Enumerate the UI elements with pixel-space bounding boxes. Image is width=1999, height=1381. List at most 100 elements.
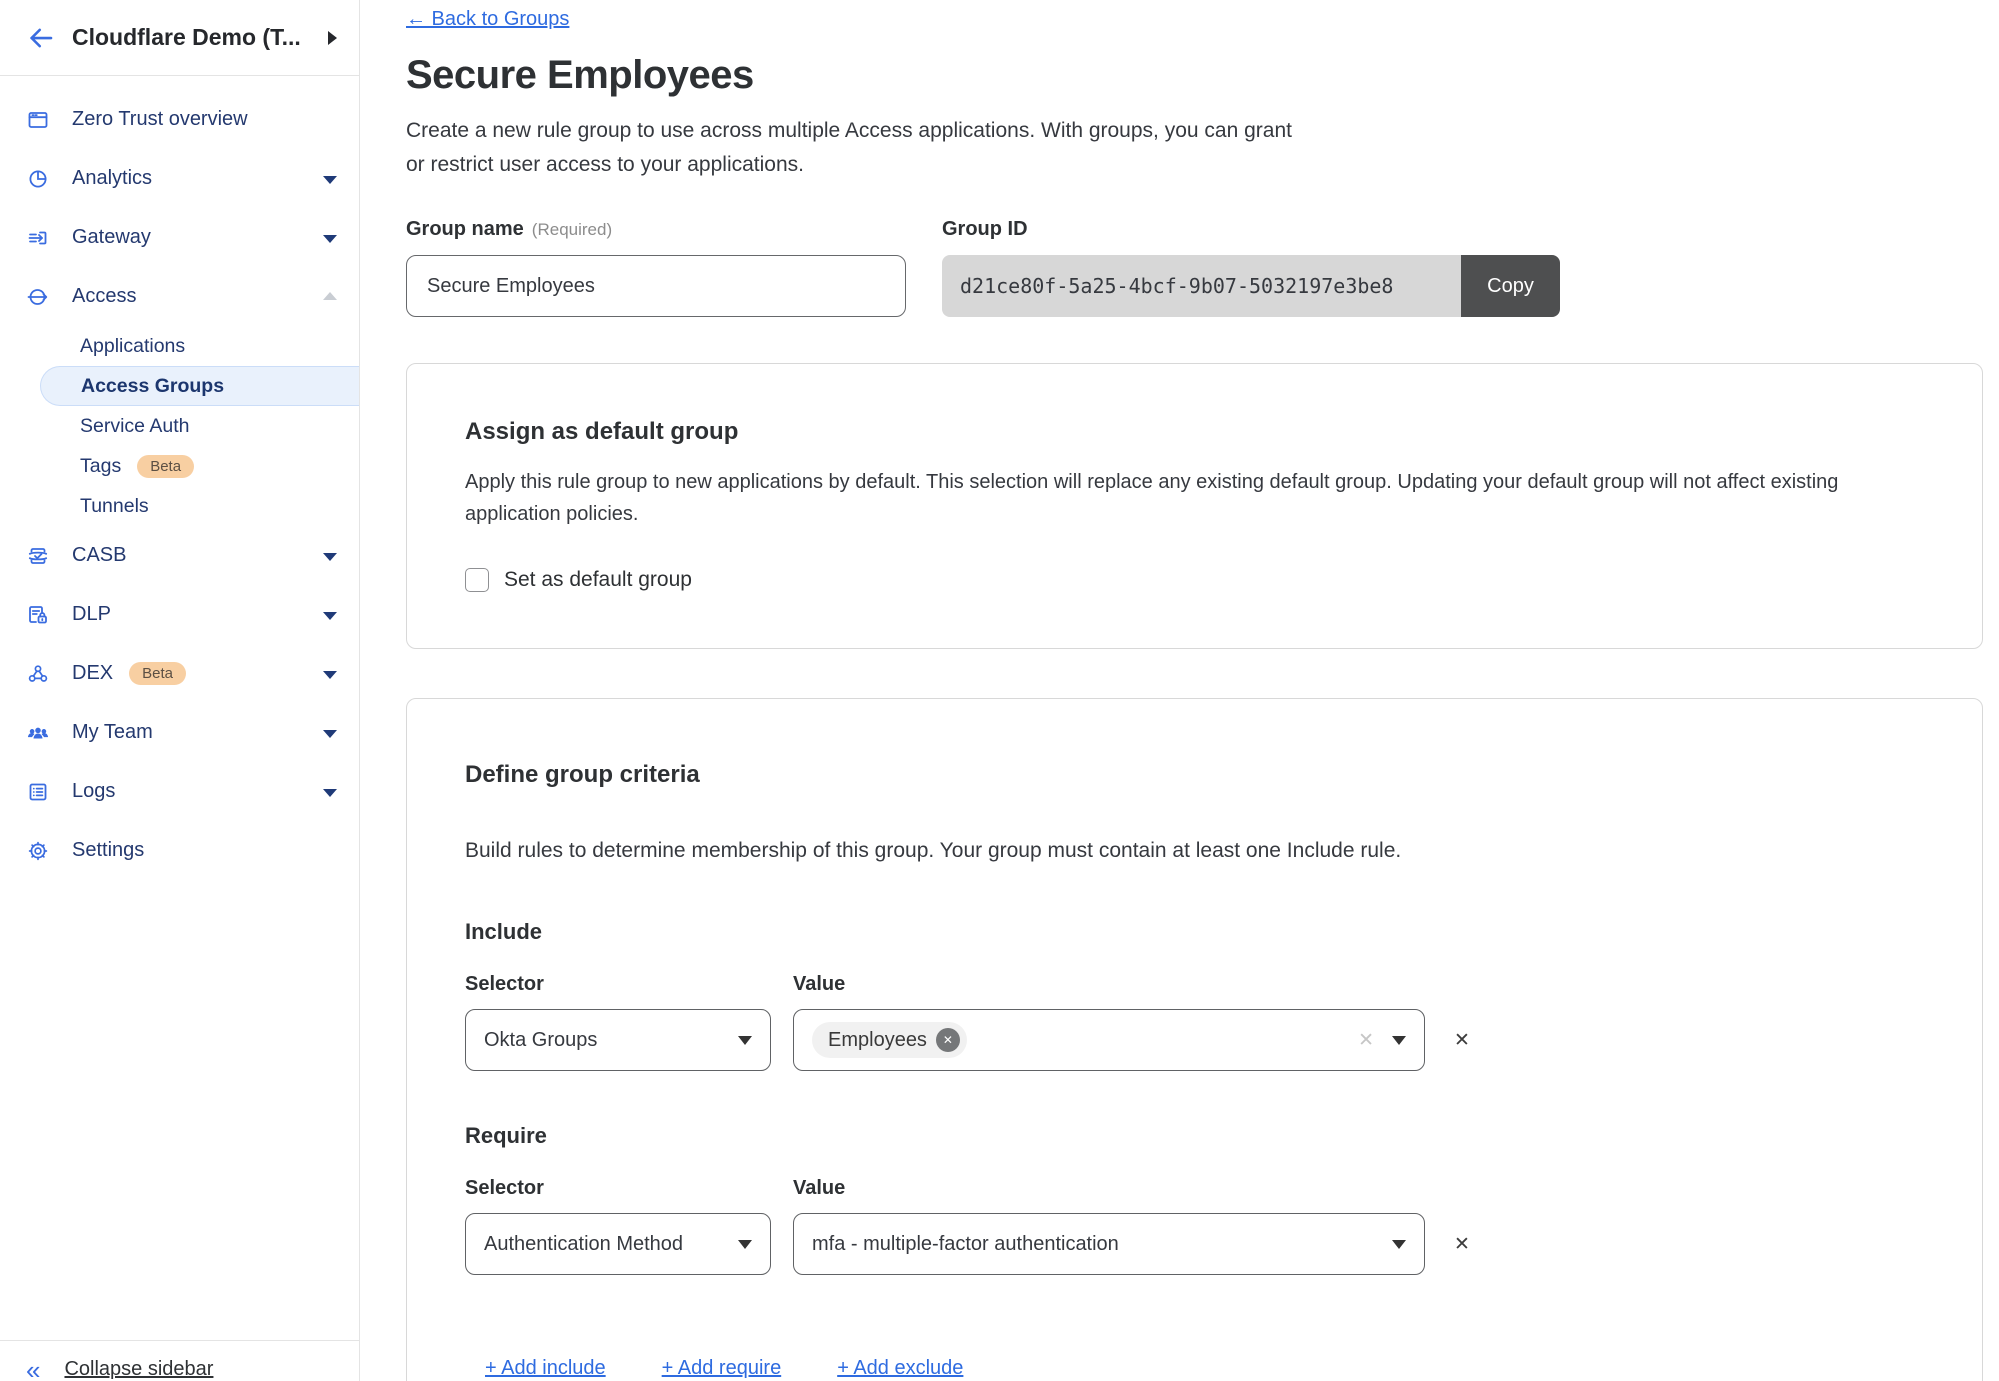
page-title: Secure Employees bbox=[406, 53, 1983, 98]
add-include-link[interactable]: + Add include bbox=[485, 1357, 606, 1380]
sidebar-item-dlp[interactable]: DLP bbox=[0, 585, 359, 644]
sidebar-header: Cloudflare Demo (T... bbox=[0, 0, 359, 76]
add-exclude-link[interactable]: + Add exclude bbox=[837, 1357, 963, 1380]
sidebar-item-my-team[interactable]: My Team bbox=[0, 703, 359, 762]
required-hint: (Required) bbox=[532, 220, 612, 239]
add-require-link[interactable]: + Add require bbox=[662, 1357, 782, 1380]
main-content: ← Back to Groups Secure Employees Create… bbox=[360, 0, 1999, 1381]
require-value-text: mfa - multiple-factor authentication bbox=[812, 1233, 1380, 1256]
chevron-down-icon[interactable] bbox=[323, 553, 337, 561]
sidebar-item-casb[interactable]: CASB bbox=[0, 526, 359, 585]
chevron-down-icon bbox=[1392, 1036, 1406, 1045]
require-rule-row: Selector Authentication Method Value mfa… bbox=[465, 1177, 1924, 1275]
chevron-down-icon[interactable] bbox=[323, 671, 337, 679]
zero-trust-dashboard: Cloudflare Demo (T... Zero Trust overvie… bbox=[0, 0, 1999, 1381]
remove-include-rule-icon[interactable]: ✕ bbox=[1454, 1029, 1470, 1052]
gear-icon bbox=[26, 839, 50, 863]
group-name-input[interactable] bbox=[406, 255, 906, 317]
copy-button[interactable]: Copy bbox=[1461, 255, 1560, 317]
remove-require-rule-icon[interactable]: ✕ bbox=[1454, 1233, 1470, 1256]
sidebar-item-gateway[interactable]: Gateway bbox=[0, 208, 359, 267]
chevrons-left-icon: « bbox=[26, 1359, 40, 1381]
chevron-down-icon[interactable] bbox=[323, 789, 337, 797]
sidebar-item-label: DEX bbox=[72, 662, 113, 685]
criteria-card-body: Build rules to determine membership of t… bbox=[465, 835, 1924, 867]
beta-badge: Beta bbox=[137, 455, 194, 478]
remove-chip-icon[interactable]: ✕ bbox=[936, 1028, 960, 1052]
sidebar-item-analytics[interactable]: Analytics bbox=[0, 149, 359, 208]
sidebar-item-access[interactable]: Access bbox=[0, 267, 359, 326]
sidebar-item-logs[interactable]: Logs bbox=[0, 762, 359, 821]
team-icon bbox=[26, 721, 50, 745]
chevron-down-icon[interactable] bbox=[323, 730, 337, 738]
default-group-card-body: Apply this rule group to new application… bbox=[465, 466, 1924, 530]
sidebar-item-tags[interactable]: Tags Beta bbox=[0, 446, 359, 486]
include-selector-dropdown[interactable]: Okta Groups bbox=[465, 1009, 771, 1071]
sidebar-item-label: DLP bbox=[72, 603, 111, 626]
value-chip-label: Employees bbox=[828, 1029, 927, 1052]
chevron-down-icon[interactable] bbox=[323, 612, 337, 620]
chevron-down-icon[interactable] bbox=[323, 176, 337, 184]
sidebar-item-tunnels[interactable]: Tunnels bbox=[0, 486, 359, 526]
set-default-group-checkbox[interactable] bbox=[465, 568, 489, 592]
sidebar-subitem-label: Tags bbox=[80, 455, 121, 478]
group-id-field: Group ID d21ce80f-5a25-4bcf-9b07-5032197… bbox=[942, 218, 1560, 317]
chevron-down-icon bbox=[1392, 1240, 1406, 1249]
collapse-sidebar-label: Collapse sidebar bbox=[64, 1358, 213, 1381]
default-group-card-title: Assign as default group bbox=[465, 418, 1924, 446]
set-default-group-row: Set as default group bbox=[465, 568, 1924, 592]
sidebar-item-label: Access bbox=[72, 285, 136, 308]
expand-account-icon[interactable] bbox=[328, 31, 337, 45]
add-rule-links: + Add include + Add require + Add exclud… bbox=[485, 1357, 1924, 1380]
sidebar-item-service-auth[interactable]: Service Auth bbox=[0, 406, 359, 446]
sidebar-subitem-label: Tunnels bbox=[80, 495, 149, 518]
sidebar-item-label: Logs bbox=[72, 780, 115, 803]
sidebar-item-applications[interactable]: Applications bbox=[0, 326, 359, 366]
include-selector-col: Selector Okta Groups bbox=[465, 973, 771, 1071]
group-id-control: d21ce80f-5a25-4bcf-9b07-5032197e3be8 Cop… bbox=[942, 255, 1560, 317]
chevron-down-icon[interactable] bbox=[323, 235, 337, 243]
include-value-multiselect[interactable]: Employees ✕ ✕ bbox=[793, 1009, 1425, 1071]
access-icon bbox=[26, 285, 50, 309]
set-default-group-label: Set as default group bbox=[504, 568, 692, 592]
pie-chart-icon bbox=[26, 167, 50, 191]
sidebar-item-dex[interactable]: DEX Beta bbox=[0, 644, 359, 703]
require-selector-dropdown[interactable]: Authentication Method bbox=[465, 1213, 771, 1275]
sidebar-item-label: My Team bbox=[72, 721, 153, 744]
clear-selection-icon[interactable]: ✕ bbox=[1358, 1029, 1374, 1052]
criteria-card-title: Define group criteria bbox=[465, 761, 1924, 789]
sidebar-item-label: CASB bbox=[72, 544, 126, 567]
include-heading: Include bbox=[465, 919, 1924, 945]
group-id-value: d21ce80f-5a25-4bcf-9b07-5032197e3be8 bbox=[942, 255, 1461, 317]
gateway-icon bbox=[26, 226, 50, 250]
require-value-dropdown[interactable]: mfa - multiple-factor authentication bbox=[793, 1213, 1425, 1275]
require-selector-col: Selector Authentication Method bbox=[465, 1177, 771, 1275]
default-group-card-body-line: application policies. bbox=[465, 498, 1924, 530]
logs-icon bbox=[26, 780, 50, 804]
window-icon bbox=[26, 108, 50, 132]
value-chip: Employees ✕ bbox=[812, 1022, 967, 1058]
chevron-down-icon bbox=[738, 1036, 752, 1045]
beta-badge: Beta bbox=[129, 662, 186, 685]
collapse-sidebar[interactable]: « Collapse sidebar bbox=[0, 1340, 359, 1381]
sidebar-subitem-label: Applications bbox=[80, 335, 185, 358]
selector-label: Selector bbox=[465, 1177, 771, 1200]
group-id-label: Group ID bbox=[942, 218, 1560, 241]
default-group-card-body-line: Apply this rule group to new application… bbox=[465, 466, 1924, 498]
sidebar-item-zero-trust-overview[interactable]: Zero Trust overview bbox=[0, 90, 359, 149]
include-value-col: Value Employees ✕ ✕ bbox=[793, 973, 1425, 1071]
document-lock-icon bbox=[26, 603, 50, 627]
sidebar-item-access-groups[interactable]: Access Groups bbox=[40, 366, 359, 406]
chevron-up-icon[interactable] bbox=[323, 292, 337, 300]
account-name: Cloudflare Demo (T... bbox=[72, 24, 328, 51]
value-label: Value bbox=[793, 1177, 1425, 1200]
group-name-label: Group name bbox=[406, 218, 524, 240]
chevron-down-icon bbox=[738, 1240, 752, 1249]
back-arrow-icon[interactable] bbox=[24, 21, 58, 55]
casb-check-icon bbox=[26, 544, 50, 568]
network-icon bbox=[26, 662, 50, 686]
require-heading: Require bbox=[465, 1123, 1924, 1149]
sidebar-item-settings[interactable]: Settings bbox=[0, 821, 359, 880]
sidebar-item-label: Zero Trust overview bbox=[72, 108, 248, 131]
back-to-groups-link[interactable]: ← Back to Groups bbox=[406, 8, 569, 31]
